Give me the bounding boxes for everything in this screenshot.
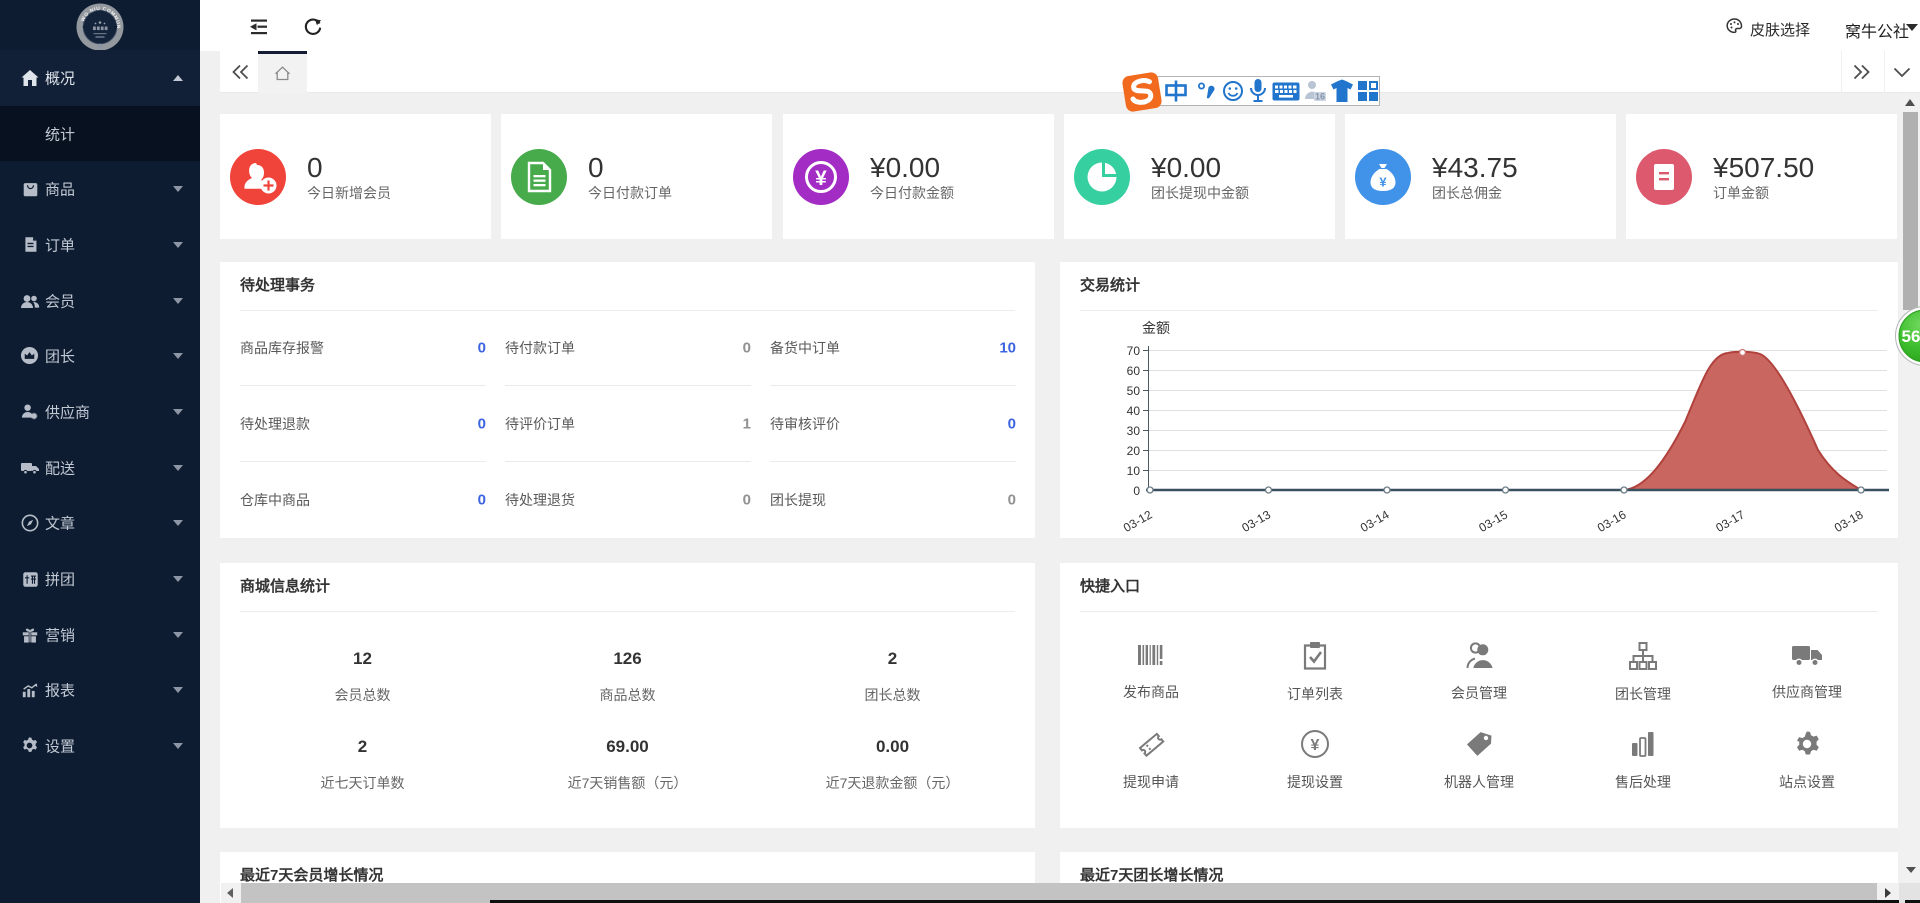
svg-text:10: 10 <box>1127 464 1141 478</box>
svg-text:20: 20 <box>1127 444 1141 458</box>
svg-text:03-18: 03-18 <box>1832 507 1866 535</box>
svg-text:03-16: 03-16 <box>1595 507 1629 535</box>
svg-text:¥: ¥ <box>815 167 827 190</box>
svg-text:60: 60 <box>1127 364 1141 378</box>
svg-text:03-13: 03-13 <box>1239 507 1273 535</box>
svg-text:70: 70 <box>1127 344 1141 358</box>
svg-text:16: 16 <box>1315 92 1325 102</box>
svg-text:03-14: 03-14 <box>1358 507 1392 535</box>
svg-text:50: 50 <box>1127 384 1141 398</box>
svg-text:40: 40 <box>1127 404 1141 418</box>
svg-text:03-12: 03-12 <box>1121 507 1155 535</box>
svg-text:56: 56 <box>1902 327 1920 346</box>
svg-text:30: 30 <box>1127 424 1141 438</box>
svg-text:03-15: 03-15 <box>1476 507 1510 535</box>
svg-text:金额: 金额 <box>1142 320 1170 336</box>
svg-text:0: 0 <box>1133 484 1140 498</box>
svg-text:03-17: 03-17 <box>1713 507 1747 535</box>
svg-text:¥: ¥ <box>1379 175 1387 190</box>
svg-text:¥: ¥ <box>1311 737 1320 754</box>
